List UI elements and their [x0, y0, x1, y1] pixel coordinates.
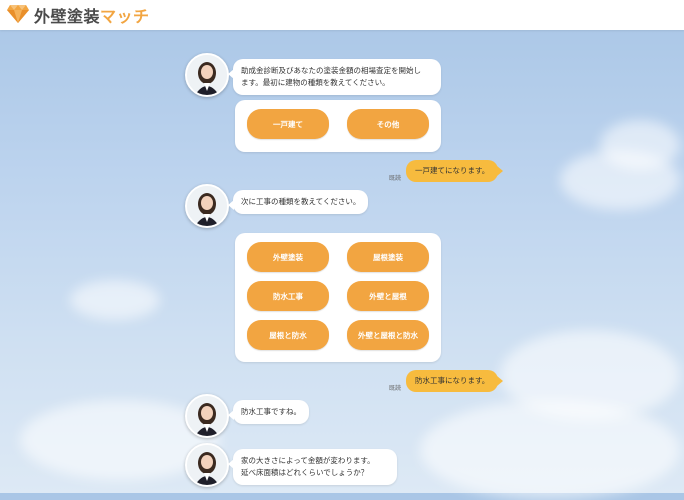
user-message: 一戸建てになります。 — [406, 160, 504, 182]
logo[interactable]: 外壁塗装マッチ — [6, 3, 150, 27]
cloud — [70, 280, 160, 320]
operator-avatar — [185, 394, 229, 438]
brand-name-accent: マッチ — [100, 7, 150, 26]
option-button-exterior-wall[interactable]: 外壁塗装 — [247, 242, 329, 272]
read-label: 既読 — [389, 175, 402, 182]
options-card: 一戸建て その他 — [235, 100, 441, 152]
diamond-icon — [6, 2, 30, 28]
operator-avatar — [185, 184, 229, 228]
bot-message: 防水工事ですね。 — [228, 400, 309, 424]
bot-message: 助成金診断及びあなたの塗装金額の相場査定を開始し ます。最初に建物の種類を教えて… — [228, 59, 441, 95]
operator-avatar — [185, 443, 229, 487]
brand-name: 外壁塗装マッチ — [34, 3, 150, 27]
user-message: 防水工事になります。 — [406, 370, 504, 392]
option-button-other[interactable]: その他 — [347, 109, 429, 139]
message-line: 延べ床面積はどれくらいでしょうか？ — [241, 468, 369, 477]
option-button-roof[interactable]: 屋根塗装 — [347, 242, 429, 272]
site-header: 外壁塗装マッチ — [0, 0, 684, 30]
brand-name-main: 外壁塗装 — [34, 7, 101, 26]
message-line: ます。最初に建物の種類を教えてください。 — [241, 78, 390, 87]
cloud — [600, 120, 680, 170]
message-line: 助成金診断及びあなたの塗装金額の相場査定を開始し — [241, 66, 421, 75]
option-button-wall-and-roof[interactable]: 外壁と屋根 — [347, 281, 429, 311]
option-button-wall-roof-waterproofing[interactable]: 外壁と屋根と防水 — [347, 320, 429, 350]
bot-message: 次に工事の種類を教えてください。 — [227, 190, 369, 214]
read-label: 既読 — [389, 385, 402, 392]
bot-message: 家の大きさによって金額が変わります。 延べ床面積はどれくらいでしょうか？ — [228, 449, 397, 485]
message-line: 防水工事ですね。 — [241, 407, 301, 416]
operator-avatar — [185, 53, 229, 97]
option-button-detached-house[interactable]: 一戸建て — [247, 109, 329, 139]
message-line: 次に工事の種類を教えてください。 — [241, 197, 361, 206]
message-line: 家の大きさによって金額が変わります。 — [241, 456, 375, 465]
cloud — [420, 400, 680, 500]
option-button-waterproofing[interactable]: 防水工事 — [247, 281, 329, 311]
option-button-roof-and-waterproofing[interactable]: 屋根と防水 — [247, 320, 329, 350]
options-card: 外壁塗装 屋根塗装 防水工事 外壁と屋根 屋根と防水 外壁と屋根と防水 — [235, 233, 441, 362]
